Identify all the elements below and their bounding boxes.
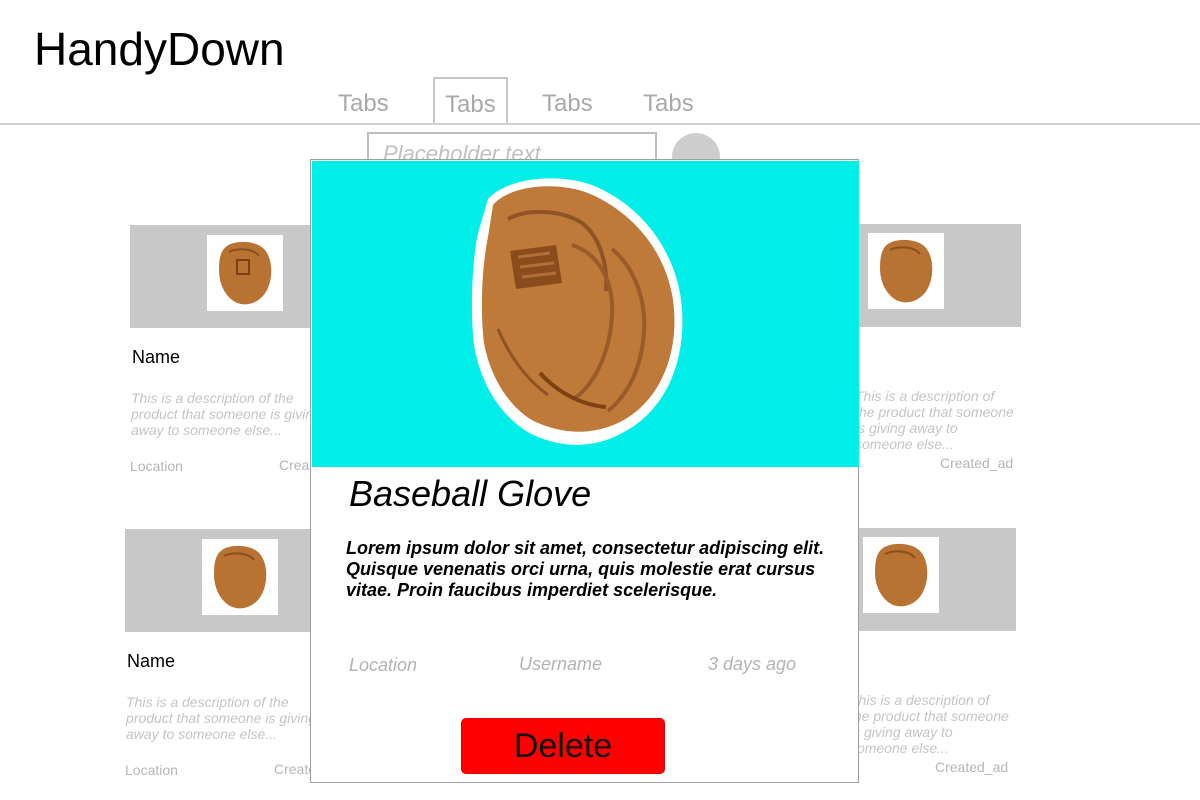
card-description: This is a description of the product tha… [131, 390, 321, 438]
tab-bar: Tabs Tabs Tabs Tabs [0, 0, 1200, 125]
listing-card[interactable]: Name This is a description of the produc… [125, 529, 347, 789]
delete-button[interactable]: Delete [461, 718, 665, 774]
card-description: This is a description of the product tha… [850, 692, 1009, 756]
modal-product-image [312, 161, 859, 467]
baseball-glove-icon [863, 537, 939, 613]
baseball-glove-icon [207, 235, 283, 311]
modal-title: Baseball Glove [349, 473, 592, 514]
tab-3[interactable]: Tabs [542, 90, 593, 118]
tab-4[interactable]: Tabs [643, 90, 694, 118]
card-name: Name [127, 651, 176, 671]
card-image-area [130, 225, 322, 328]
modal-description: Lorem ipsum dolor sit amet, consectetur … [346, 538, 825, 600]
modal-location: Location [349, 655, 418, 675]
modal-username: Username [519, 654, 603, 674]
card-location: Location [125, 762, 178, 778]
tab-1[interactable]: Tabs [338, 90, 389, 118]
listing-card[interactable]: Name This is a description of the produc… [130, 225, 352, 485]
card-description: This is a description of the product tha… [855, 388, 1014, 452]
baseball-glove-icon [471, 178, 683, 445]
card-created: Created_ad [940, 455, 1014, 471]
card-name: Name [132, 347, 181, 367]
tab-divider [0, 123, 1200, 125]
card-created: Created_ad [935, 759, 1009, 775]
baseball-glove-icon [868, 233, 944, 309]
card-description: This is a description of the product tha… [126, 694, 316, 742]
baseball-glove-icon [202, 539, 278, 615]
modal-time-ago: 3 days ago [708, 654, 797, 674]
product-detail-modal: Baseball Glove Lorem ipsum dolor sit ame… [310, 159, 859, 783]
card-location: Location [130, 458, 183, 474]
tab-2-active[interactable]: Tabs [433, 77, 508, 125]
card-image-area [125, 529, 317, 632]
